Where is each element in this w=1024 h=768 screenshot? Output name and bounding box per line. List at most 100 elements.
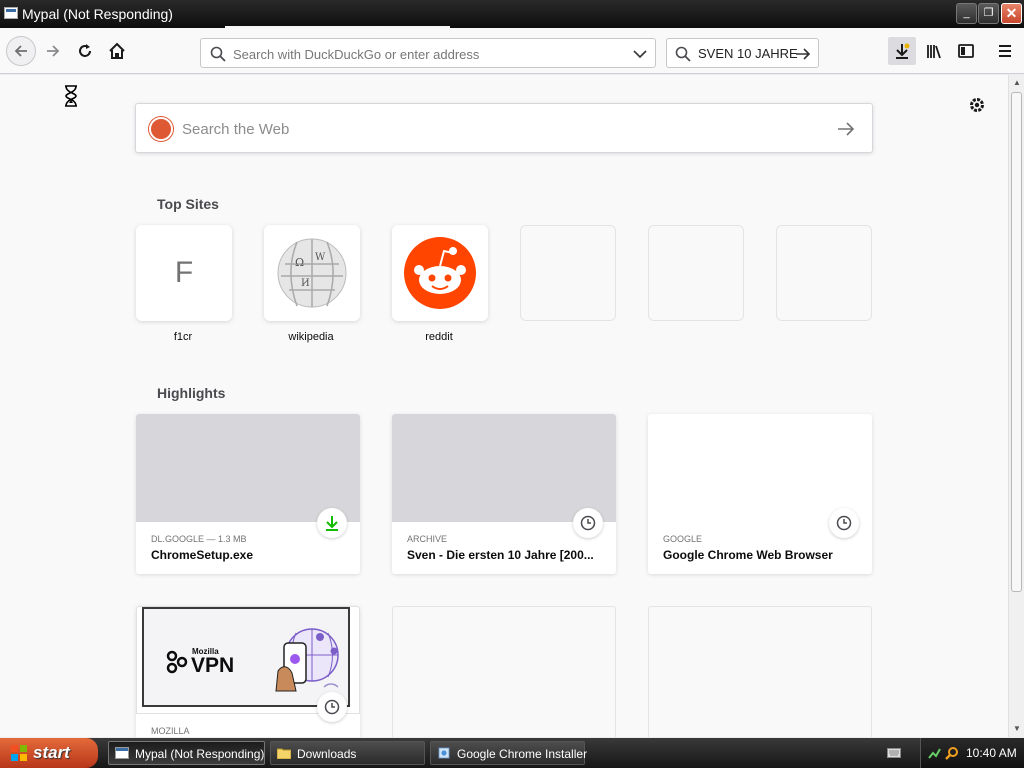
- duckduckgo-icon: [149, 117, 173, 141]
- highlight-card-empty: [392, 606, 616, 737]
- tile-letter: F: [174, 256, 194, 289]
- scroll-up-icon[interactable]: ▲: [1010, 76, 1024, 90]
- card-source: MOZILLA: [151, 726, 190, 736]
- search-icon: [675, 46, 691, 62]
- web-search-box[interactable]: Search the Web: [135, 103, 873, 153]
- top-site-tile-empty[interactable]: [520, 225, 616, 321]
- window-title: Mypal (Not Responding): [22, 6, 173, 22]
- card-thumbnail: [136, 414, 360, 522]
- new-tab-page: Search the Web Top Sites F f1cr Ω W И wi…: [0, 75, 1008, 737]
- sidebar-icon: [958, 44, 974, 58]
- scroll-down-icon[interactable]: ▼: [1010, 722, 1024, 736]
- top-sites-heading: Top Sites: [157, 196, 219, 212]
- chevron-down-icon[interactable]: [633, 48, 647, 60]
- installer-icon: [438, 747, 450, 759]
- keyboard-icon[interactable]: [887, 747, 901, 759]
- downloads-button[interactable]: [888, 37, 916, 65]
- taskbar-item-label: Downloads: [297, 747, 357, 761]
- arrow-right-icon[interactable]: [836, 119, 856, 139]
- folder-icon: [277, 748, 291, 759]
- search-magnifier-icon[interactable]: [945, 746, 959, 760]
- highlight-card-empty: [648, 606, 872, 737]
- card-source: ARCHIVE: [407, 534, 448, 544]
- clock-icon: [573, 508, 603, 538]
- highlight-card[interactable]: Mozilla VPN MOZILLA: [136, 606, 360, 737]
- taskbar-item-label: Mypal (Not Responding): [135, 747, 265, 761]
- card-source: GOOGLE: [663, 534, 703, 544]
- top-site-tile-f1cr[interactable]: F: [136, 225, 232, 321]
- highlight-card[interactable]: GOOGLE Google Chrome Web Browser: [648, 414, 872, 574]
- start-label: start: [33, 743, 70, 762]
- reddit-alien-icon: [404, 237, 476, 309]
- forward-button[interactable]: [39, 37, 67, 65]
- mozilla-vpn-logo-icon: [166, 650, 188, 674]
- highlights-heading: Highlights: [157, 385, 226, 401]
- close-button[interactable]: ✕: [1001, 3, 1022, 24]
- card-title: ChromeSetup.exe: [151, 548, 254, 562]
- card-title: Sven - Die ersten 10 Jahre [200...: [407, 548, 594, 562]
- download-icon: [317, 508, 347, 538]
- vpn-ad-image: Mozilla VPN: [142, 607, 350, 707]
- address-bar[interactable]: [200, 38, 656, 68]
- home-button[interactable]: [103, 37, 131, 65]
- browser-icon: [115, 747, 129, 759]
- home-icon: [109, 42, 125, 59]
- gear-icon[interactable]: [967, 95, 987, 115]
- taskbar: start Mypal (Not Responding) Downloads G…: [0, 738, 1024, 768]
- search-icon: [210, 46, 226, 62]
- svg-text:Ω: Ω: [295, 256, 304, 269]
- svg-text:W: W: [315, 252, 326, 263]
- top-site-tile-empty[interactable]: [648, 225, 744, 321]
- navigation-toolbar: SVEN 10 JAHRE: [0, 28, 1024, 74]
- highlight-card[interactable]: ARCHIVE Sven - Die ersten 10 Jahre [200.…: [392, 414, 616, 574]
- highlight-card[interactable]: DL.GOOGLE — 1.3 MB ChromeSetup.exe: [136, 414, 360, 574]
- hamburger-menu-icon: [999, 45, 1011, 57]
- vpn-product-label: VPN: [191, 654, 235, 677]
- windows-flag-icon: [11, 745, 27, 761]
- window-titlebar[interactable]: Mypal (Not Responding) _ ❐ ✕: [0, 0, 1024, 29]
- arrow-right-icon[interactable]: [795, 46, 811, 62]
- clock-icon: [829, 508, 859, 538]
- search-bar[interactable]: SVEN 10 JAHRE: [666, 38, 819, 68]
- sidebar-button[interactable]: [952, 37, 980, 65]
- taskbar-item-downloads[interactable]: Downloads: [270, 741, 425, 765]
- back-button[interactable]: [6, 36, 36, 66]
- search-bar-text: SVEN 10 JAHRE: [698, 46, 798, 61]
- top-site-label[interactable]: f1cr: [135, 331, 231, 343]
- network-icon[interactable]: [927, 746, 941, 760]
- top-site-tile-wikipedia[interactable]: Ω W И: [264, 225, 360, 321]
- system-tray: 10:40 AM: [887, 738, 1024, 768]
- arrow-right-icon: [47, 45, 60, 57]
- top-site-tile-empty[interactable]: [776, 225, 872, 321]
- download-arrow-icon: [896, 43, 910, 59]
- svg-text:И: И: [301, 278, 310, 289]
- clock-icon: [317, 692, 347, 722]
- wikipedia-globe-icon: Ω W И: [277, 238, 347, 308]
- web-search-placeholder: Search the Web: [182, 121, 290, 138]
- taskbar-item-chrome-installer[interactable]: Google Chrome Installer: [430, 741, 588, 765]
- card-thumbnail: [392, 414, 616, 522]
- globe-with-phone-icon: [275, 628, 339, 692]
- hourglass-cursor-icon: [65, 85, 77, 107]
- maximize-button[interactable]: ❐: [978, 3, 999, 24]
- reload-button[interactable]: [71, 37, 99, 65]
- library-button[interactable]: [920, 37, 948, 65]
- start-button[interactable]: start: [0, 738, 98, 768]
- top-site-label[interactable]: wikipedia: [263, 331, 359, 343]
- card-source: DL.GOOGLE — 1.3 MB: [151, 534, 247, 544]
- taskbar-item-label: Google Chrome Installer: [457, 747, 588, 761]
- minimize-button[interactable]: _: [956, 3, 977, 24]
- card-title: Google Chrome Web Browser: [663, 548, 833, 562]
- taskbar-item-mypal[interactable]: Mypal (Not Responding): [108, 741, 265, 765]
- top-site-tile-reddit[interactable]: [392, 225, 488, 321]
- library-icon: [927, 45, 941, 59]
- scrollbar-thumb[interactable]: [1011, 92, 1022, 592]
- address-input[interactable]: [233, 44, 623, 64]
- reload-icon: [79, 44, 91, 57]
- vertical-scrollbar[interactable]: ▲ ▼: [1008, 75, 1024, 737]
- menu-button[interactable]: [991, 37, 1019, 65]
- app-icon: [4, 7, 18, 19]
- taskbar-clock: 10:40 AM: [966, 746, 1017, 760]
- top-site-label[interactable]: reddit: [391, 331, 487, 343]
- arrow-left-icon: [14, 45, 27, 57]
